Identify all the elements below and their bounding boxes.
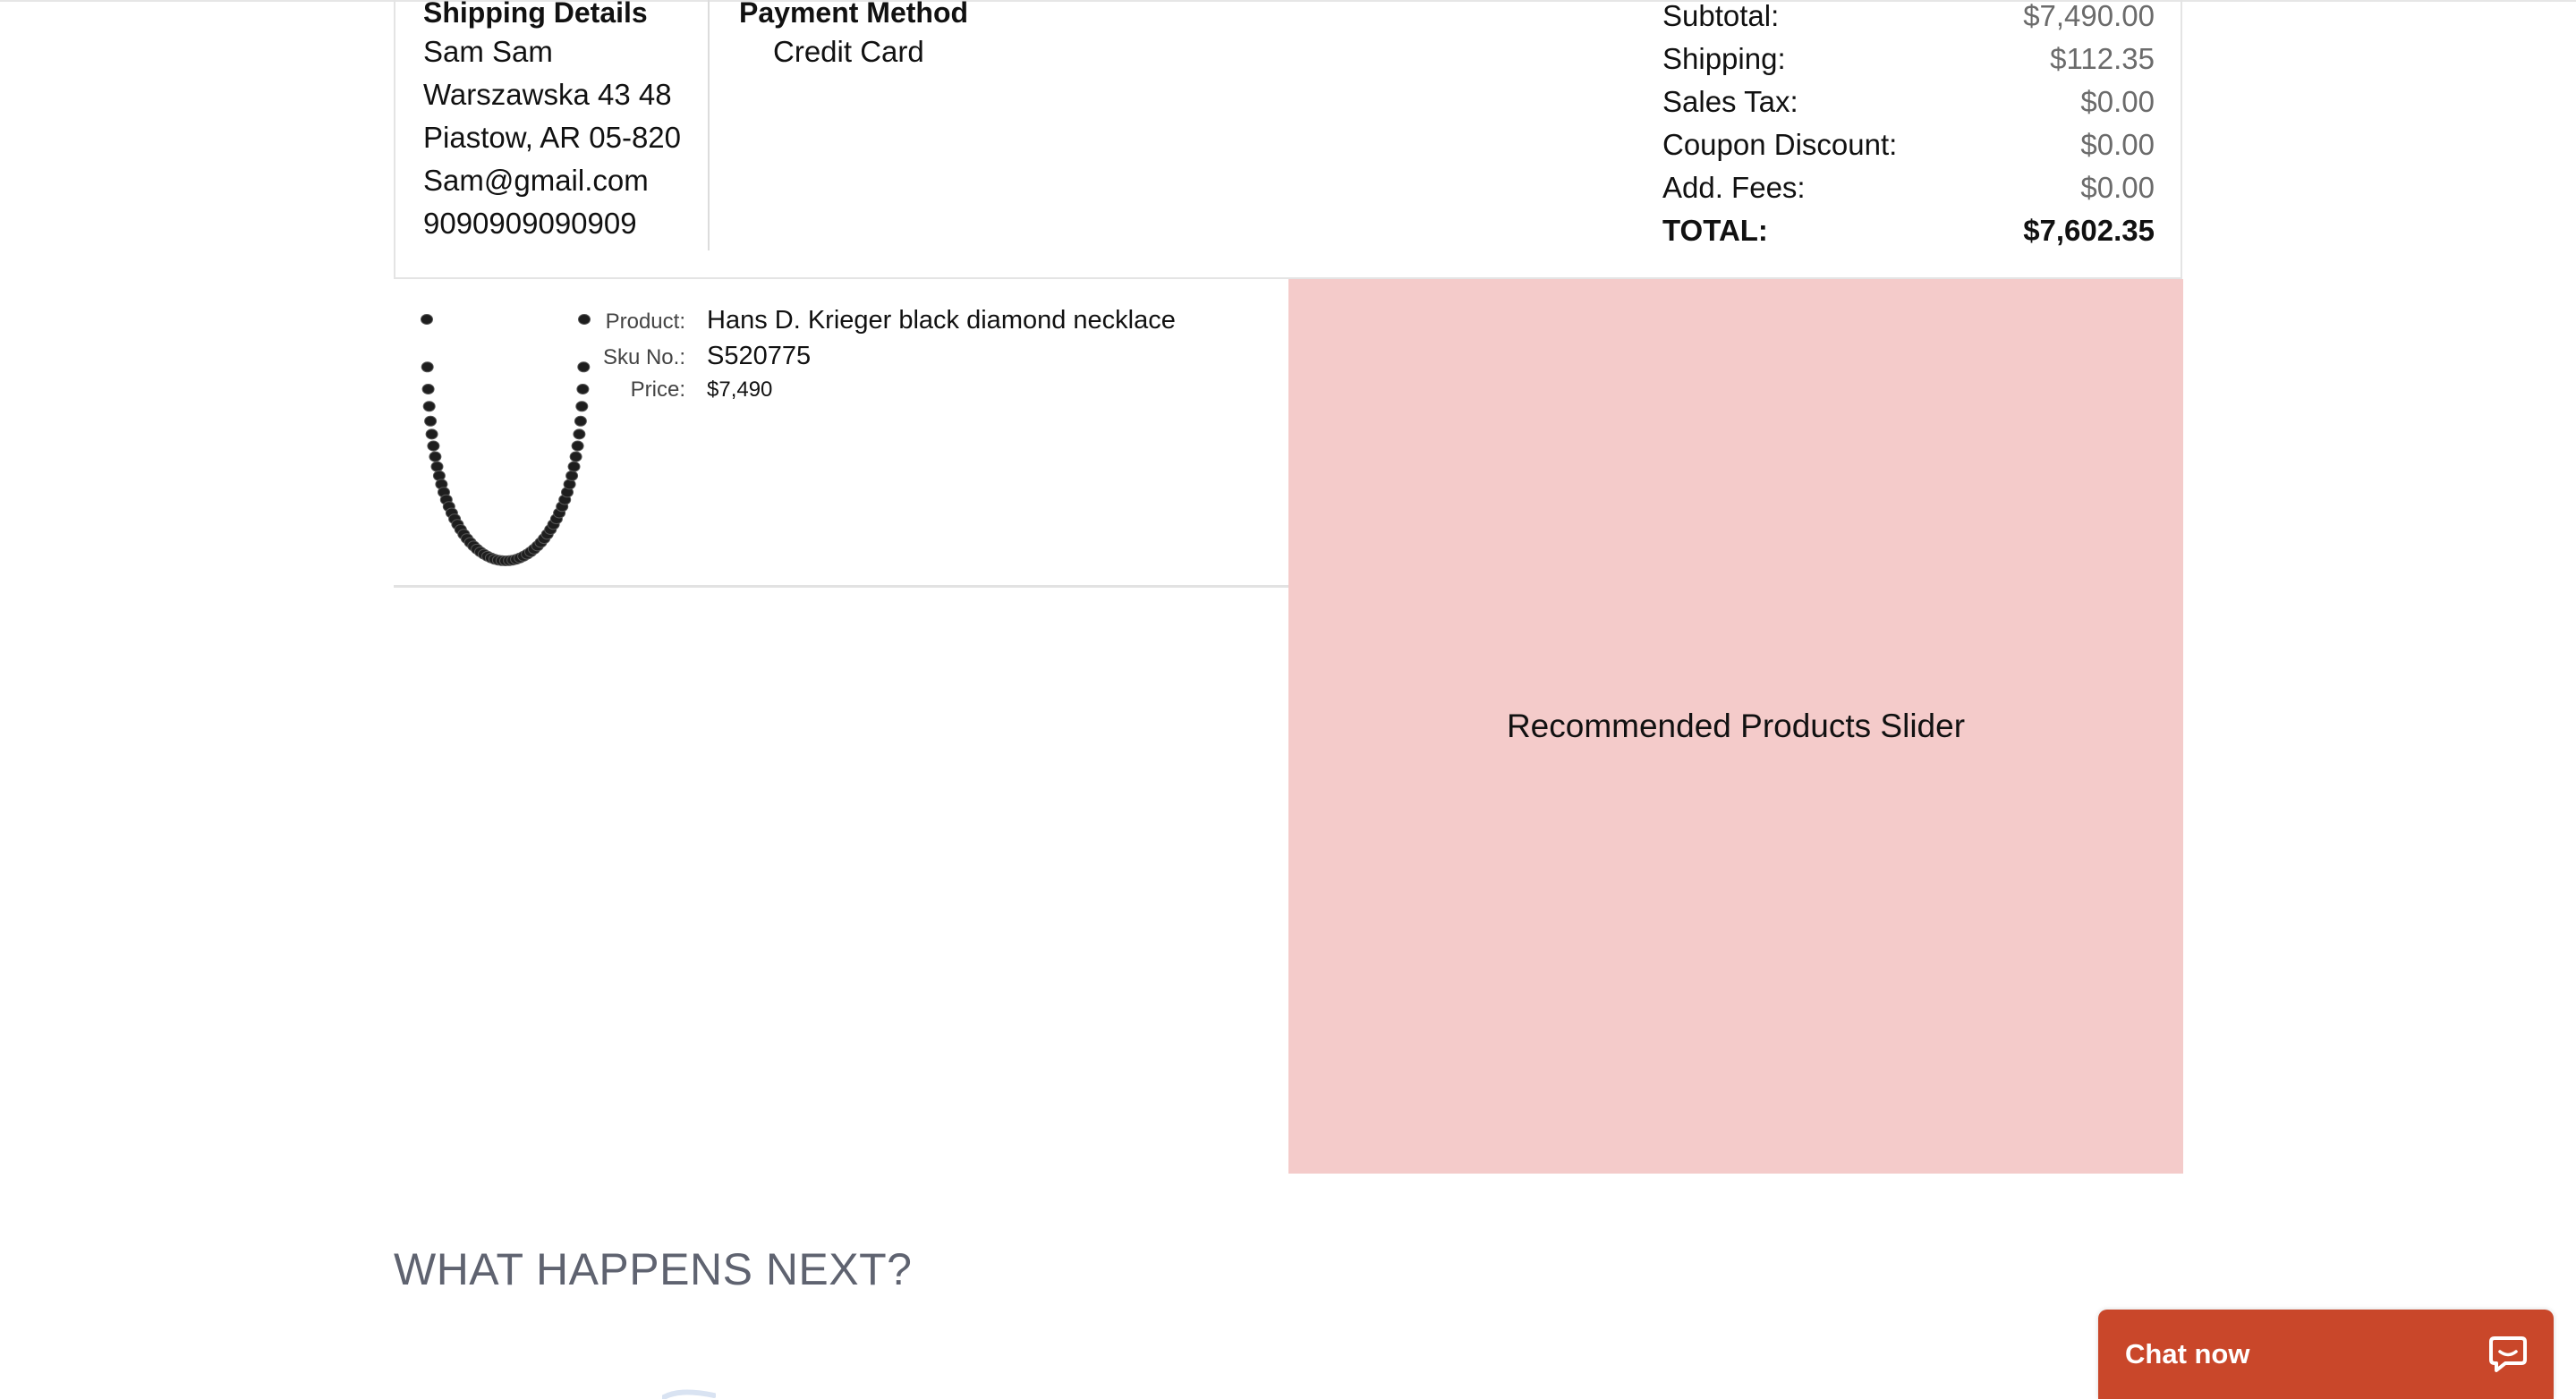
swoosh-icon	[662, 1389, 716, 1399]
product-info: Product: Hans D. Krieger black diamond n…	[599, 306, 1176, 413]
totals-value: $0.00	[2080, 85, 2155, 118]
what-happens-next-heading: WHAT HAPPENS NEXT?	[394, 1244, 913, 1294]
product-sku: S520775	[707, 342, 812, 370]
order-totals: Subtotal: $7,490.00 Shipping: $112.35 Sa…	[1662, 0, 2155, 252]
necklace-bead	[574, 415, 587, 427]
shipping-heading: Shipping Details	[423, 0, 648, 29]
totals-label: Add. Fees:	[1662, 171, 1806, 204]
product-price: $7,490	[707, 377, 773, 402]
necklace-image	[421, 314, 591, 566]
necklace-bead	[425, 428, 438, 440]
necklace-bead	[565, 470, 579, 481]
totals-row-subtotal: Subtotal: $7,490.00	[1662, 0, 2155, 38]
necklace-bead	[575, 401, 589, 412]
necklace-bead	[429, 451, 442, 462]
totals-value: $0.00	[2080, 128, 2155, 161]
necklace-bead	[421, 314, 433, 325]
totals-label: TOTAL:	[1662, 214, 1768, 247]
necklace-bead	[573, 428, 586, 440]
product-sku-row: Sku No.: S520775	[599, 342, 1176, 377]
necklace-bead	[422, 401, 436, 412]
payment-method: Payment Method Credit Card	[739, 0, 1097, 73]
shipping-street: Warszawska 43 48	[423, 78, 672, 111]
necklace-bead	[421, 384, 435, 394]
necklace-bead	[430, 461, 444, 472]
totals-row-fees: Add. Fees: $0.00	[1662, 166, 2155, 209]
totals-value: $7,490.00	[2023, 0, 2155, 32]
shipping-email: Sam@gmail.com	[423, 164, 649, 197]
shipping-phone: 9090909090909	[423, 207, 637, 240]
necklace-bead	[578, 314, 591, 325]
ordered-product: Product: Hans D. Krieger black diamond n…	[394, 279, 1288, 588]
necklace-bead	[424, 415, 438, 427]
product-name-row: Product: Hans D. Krieger black diamond n…	[599, 306, 1176, 342]
recommended-products-slider[interactable]: Recommended Products Slider	[1288, 279, 2183, 1174]
necklace-bead	[421, 361, 434, 373]
product-name: Hans D. Krieger black diamond necklace	[707, 306, 1176, 335]
totals-value: $0.00	[2080, 171, 2155, 204]
sku-label: Sku No.:	[602, 345, 685, 369]
product-label: Product:	[605, 309, 685, 334]
totals-row-shipping: Shipping: $112.35	[1662, 38, 2155, 81]
totals-row-total: TOTAL: $7,602.35	[1662, 209, 2155, 252]
shipping-city: Piastow, AR 05-820	[423, 121, 682, 154]
payment-heading: Payment Method	[739, 0, 969, 29]
chat-now-label: Chat now	[2125, 1338, 2250, 1369]
recommended-slider-label: Recommended Products Slider	[1506, 708, 1966, 744]
totals-label: Sales Tax:	[1662, 85, 1798, 118]
shipping-name: Sam Sam	[423, 35, 553, 68]
necklace-bead	[577, 361, 591, 373]
necklace-bead	[569, 451, 582, 462]
totals-value: $112.35	[2050, 42, 2155, 75]
payment-method-value: Credit Card	[773, 35, 924, 68]
chat-bubble-icon	[2489, 1336, 2527, 1372]
price-label: Price:	[630, 377, 685, 402]
chat-now-button[interactable]: Chat now	[2098, 1310, 2554, 1399]
necklace-bead	[427, 440, 440, 452]
totals-value: $7,602.35	[2023, 214, 2155, 247]
totals-row-coupon: Coupon Discount: $0.00	[1662, 123, 2155, 166]
product-price-row: Price: $7,490	[599, 377, 1176, 413]
totals-row-sales-tax: Sales Tax: $0.00	[1662, 81, 2155, 123]
totals-label: Shipping:	[1662, 42, 1786, 75]
totals-label: Coupon Discount:	[1662, 128, 1898, 161]
necklace-bead	[571, 440, 584, 452]
necklace-bead	[576, 384, 590, 394]
totals-label: Subtotal:	[1662, 0, 1780, 32]
shipping-details: Shipping Details Sam Sam Warszawska 43 4…	[423, 0, 710, 250]
necklace-bead	[567, 461, 581, 472]
